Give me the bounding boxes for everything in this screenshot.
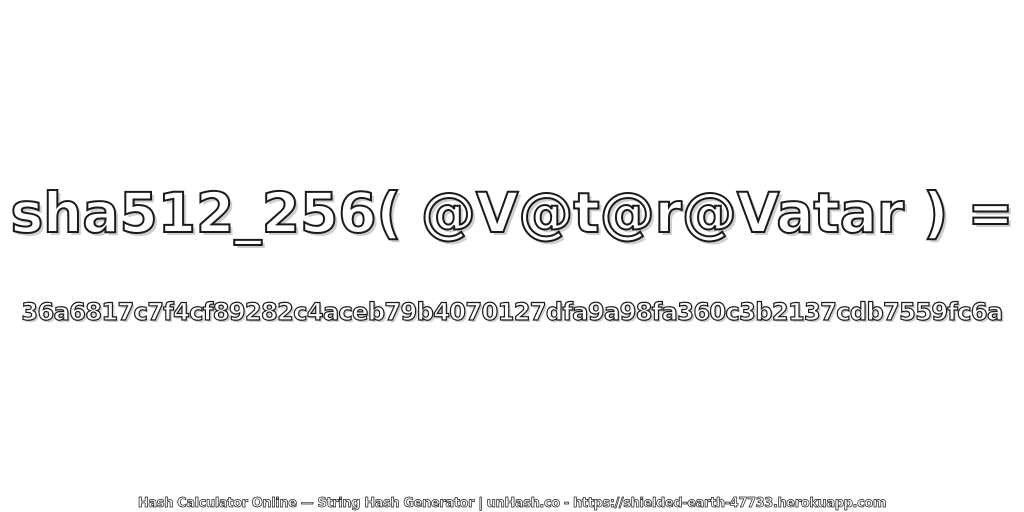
hash-expression-title: sha512_256( @V@t@r@Vatar ) = [9, 180, 1014, 246]
hash-result-value: 36a6817c7f4cf89282c4aceb79b4070127dfa9a9… [21, 297, 1004, 326]
footer-credit: Hash Calculator Online — String Hash Gen… [137, 496, 887, 512]
